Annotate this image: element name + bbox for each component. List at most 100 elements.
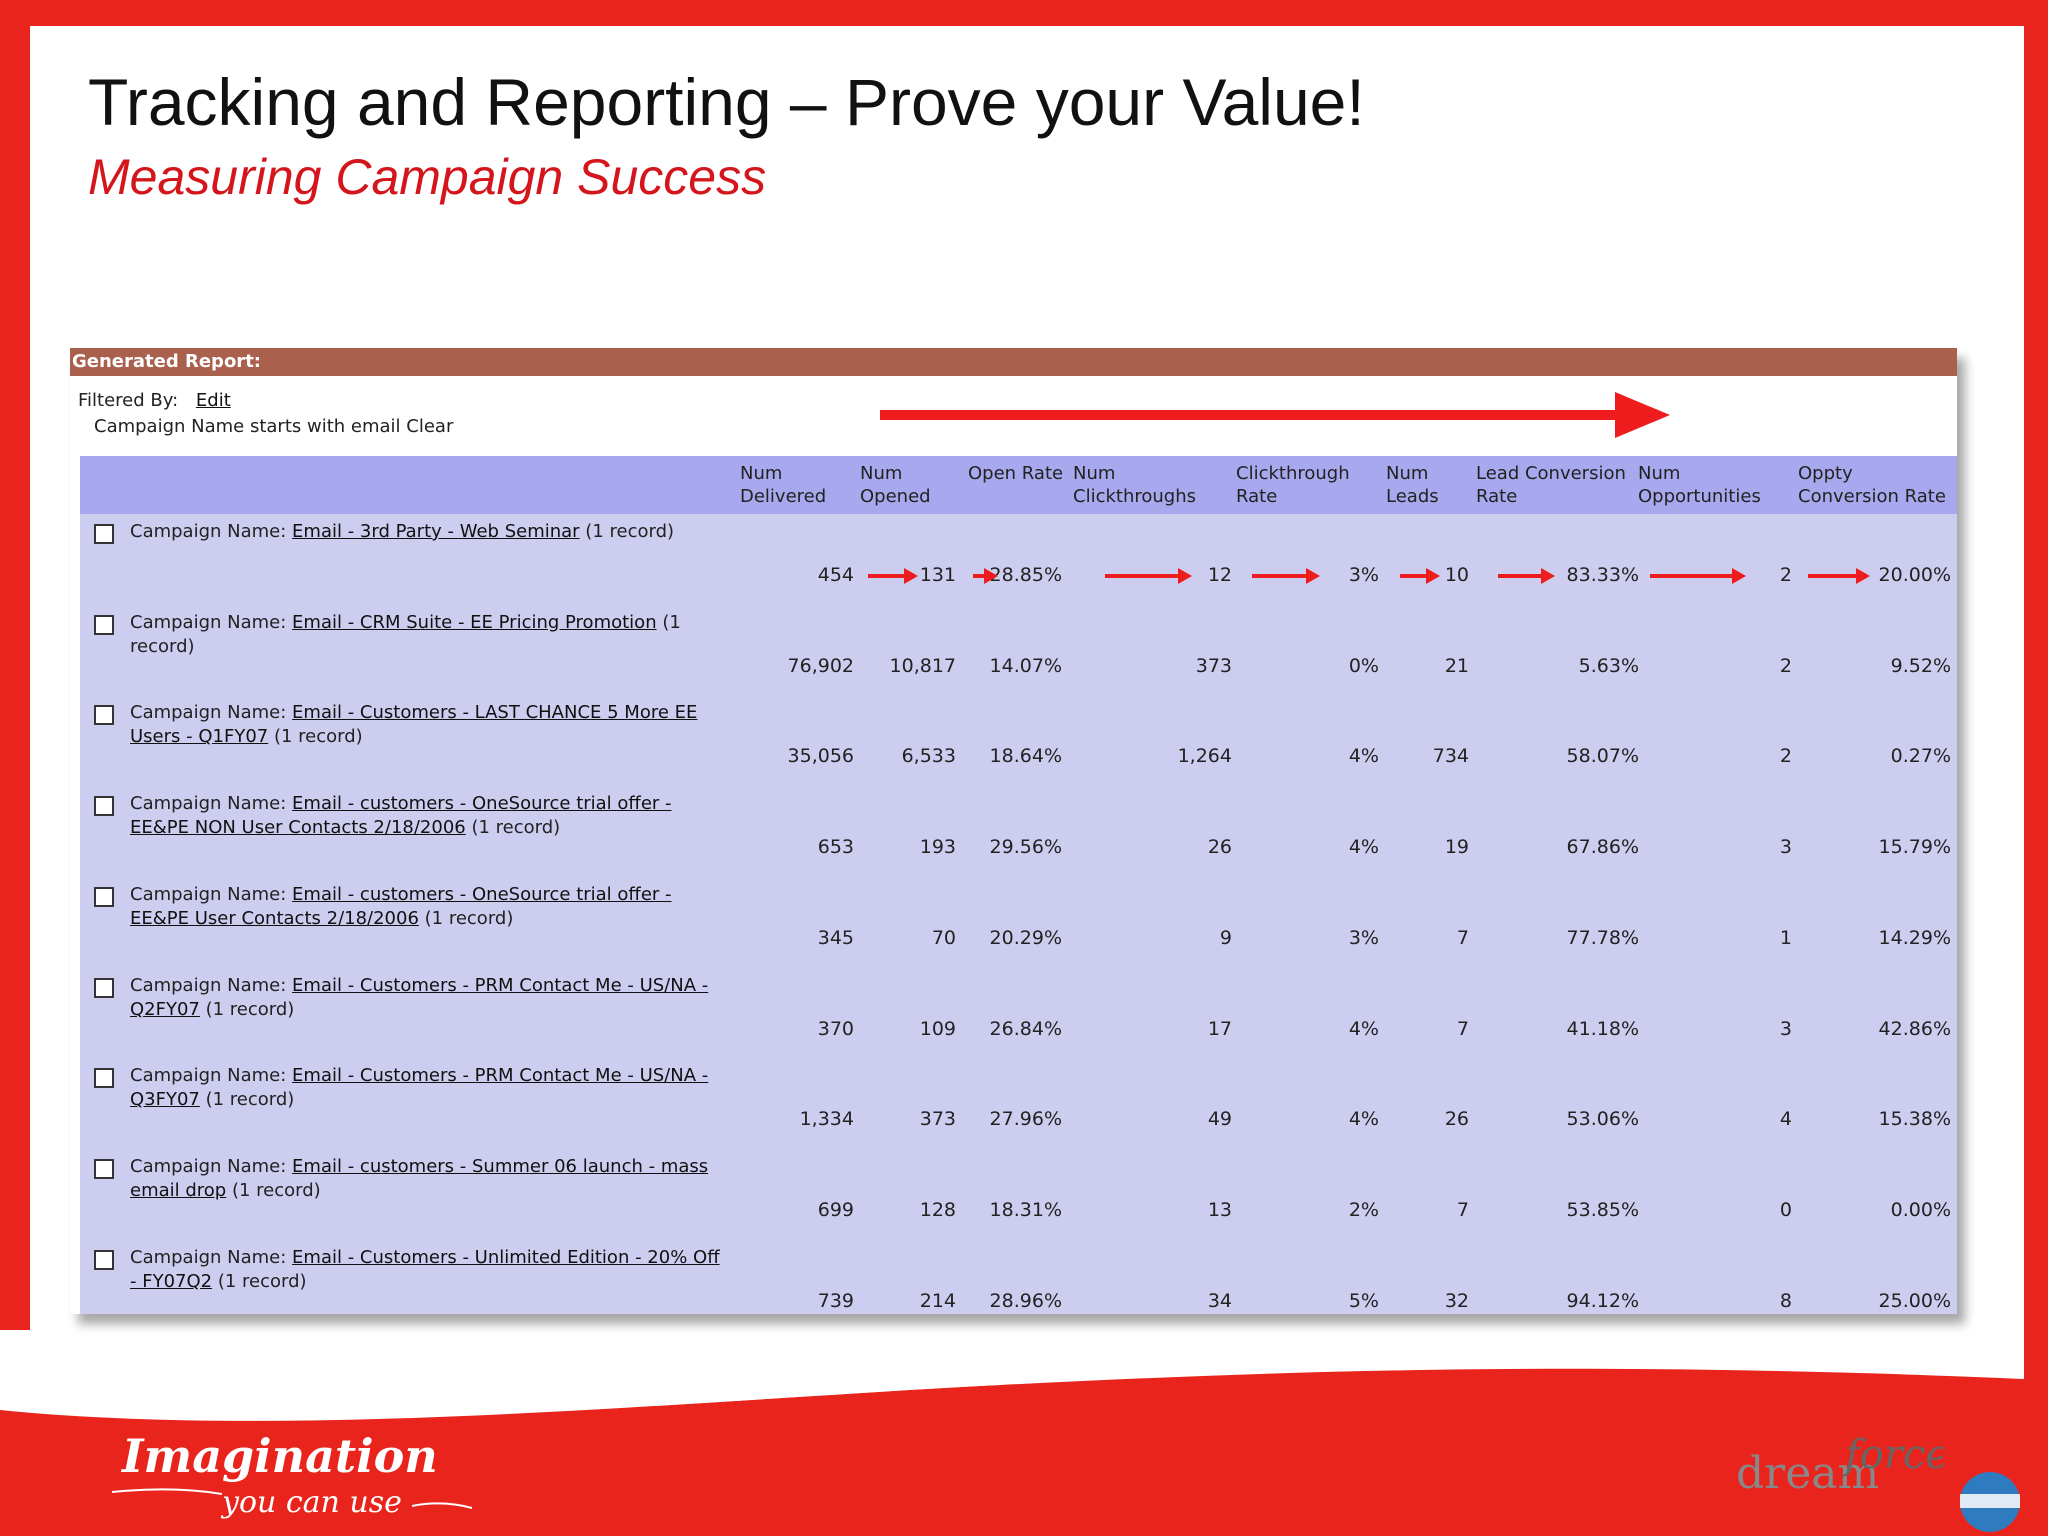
record-count: (1 record)	[268, 726, 363, 748]
filter-criteria: Campaign Name starts with email Clear	[94, 416, 454, 437]
campaign-label: Campaign Name: Email - customers - Summe…	[130, 1155, 730, 1203]
table-cell: 0.00%	[1890, 1198, 1951, 1221]
record-count: (1 record)	[199, 1089, 295, 1111]
table-cell: 214	[919, 1289, 956, 1312]
table-cell: 77.78%	[1566, 926, 1639, 949]
record-count: (1 record)	[199, 998, 295, 1020]
column-header-num-leads[interactable]: Num Leads	[1386, 462, 1456, 508]
column-header-oppty-conversion-rate[interactable]: Oppty Conversion Rate	[1798, 462, 1958, 508]
table-cell: 49	[1207, 1108, 1232, 1131]
flow-arrow-icon	[1105, 568, 1192, 584]
table-cell: 83.33%	[1566, 564, 1639, 586]
table-cell: 13	[1207, 1198, 1232, 1221]
table-cell: 3	[1779, 836, 1792, 859]
row-checkbox[interactable]	[94, 524, 114, 544]
flow-arrow-icon	[973, 568, 998, 584]
table-cell: 10	[1444, 564, 1469, 586]
table-cell: 109	[919, 1017, 956, 1040]
campaign-label: Campaign Name: Email - CRM Suite - EE Pr…	[130, 611, 730, 659]
column-header-num-opportunities[interactable]: Num Opportunities	[1638, 462, 1768, 508]
table-row: Campaign Name: Email - CRM Suite - EE Pr…	[80, 607, 1957, 698]
table-cell: 2	[1779, 654, 1792, 677]
column-header-num-clickthroughs[interactable]: Num Clickthroughs	[1073, 462, 1213, 508]
row-checkbox[interactable]	[94, 1068, 114, 1089]
table-cell: 42.86%	[1878, 1017, 1951, 1040]
table-cell: 7	[1456, 926, 1469, 949]
row-checkbox[interactable]	[94, 796, 114, 817]
record-count: (1 record)	[418, 907, 514, 929]
flow-arrow-icon	[1650, 568, 1746, 584]
table-cell: 0%	[1348, 654, 1379, 677]
report-table: Num Delivered Num Opened Open Rate Num C…	[80, 456, 1957, 1314]
edit-filter-link[interactable]: Edit	[196, 390, 231, 411]
table-cell: 41.18%	[1566, 1017, 1639, 1040]
campaign-label: Campaign Name: Email - customers - OneSo…	[130, 792, 730, 840]
campaign-name-prefix: Campaign Name:	[130, 1246, 293, 1268]
filter-line: Filtered By: Edit	[78, 390, 231, 411]
campaign-label: Campaign Name: Email - Customers - PRM C…	[130, 1064, 730, 1112]
row-checkbox[interactable]	[94, 977, 114, 998]
slide-subtitle: Measuring Campaign Success	[88, 149, 767, 205]
table-cell: 14.29%	[1878, 926, 1951, 949]
table-row: Campaign Name: Email - customers - Summe…	[80, 1151, 1957, 1242]
table-cell: 5%	[1348, 1289, 1379, 1312]
column-header-num-delivered[interactable]: Num Delivered	[740, 462, 830, 508]
table-cell: 373	[919, 1108, 956, 1131]
flow-arrow-icon	[1252, 568, 1320, 584]
table-cell: 18.64%	[989, 745, 1062, 768]
table-row: Campaign Name: Email - Customers - PRM C…	[80, 970, 1957, 1061]
table-cell: 8	[1779, 1289, 1792, 1312]
table-cell: 4%	[1348, 745, 1379, 768]
campaign-name-prefix: Campaign Name:	[130, 611, 293, 633]
table-cell: 20.00%	[1878, 564, 1951, 586]
table-cell: 4	[1779, 1108, 1792, 1131]
table-row: Campaign Name: Email - Customers - Unlim…	[80, 1242, 1957, 1333]
table-cell: 128	[919, 1198, 956, 1221]
table-cell: 739	[817, 1289, 854, 1312]
svg-text:07: 07	[1940, 1432, 1991, 1478]
table-cell: 17	[1207, 1017, 1232, 1040]
campaign-name-link[interactable]: Email - 3rd Party - Web Seminar	[292, 521, 580, 542]
row-checkbox[interactable]	[94, 886, 114, 907]
campaign-name-prefix: Campaign Name:	[130, 1155, 293, 1177]
table-cell: 53.85%	[1566, 1198, 1639, 1221]
flow-arrow-icon	[1808, 568, 1870, 584]
table-cell: 6,533	[901, 745, 956, 768]
table-cell: 370	[817, 1017, 854, 1040]
flow-arrow-icon	[868, 568, 918, 584]
table-row: Campaign Name: Email - Customers - LAST …	[80, 697, 1957, 788]
table-cell: 0	[1779, 1198, 1792, 1221]
row-checkbox[interactable]	[94, 1158, 114, 1179]
table-cell: 25.00%	[1878, 1289, 1951, 1312]
row-checkbox[interactable]	[94, 614, 114, 635]
table-cell: 14.07%	[989, 654, 1062, 677]
column-header-num-opened[interactable]: Num Opened	[860, 462, 950, 508]
table-cell: 12	[1207, 564, 1232, 586]
table-cell: 26	[1444, 1108, 1469, 1131]
table-cell: 5.63%	[1578, 654, 1639, 677]
campaign-label: Campaign Name: Email - Customers - PRM C…	[130, 974, 730, 1022]
table-cell: 34	[1207, 1289, 1232, 1312]
campaign-name-prefix: Campaign Name:	[130, 702, 293, 724]
table-cell: 4%	[1348, 1017, 1379, 1040]
table-cell: 0.27%	[1890, 745, 1951, 768]
column-header-clickthrough-rate[interactable]: Clickthrough Rate	[1236, 462, 1366, 508]
table-cell: 7	[1456, 1198, 1469, 1221]
flow-arrow-icon	[1498, 568, 1555, 584]
column-header-lead-conversion-rate[interactable]: Lead Conversion Rate	[1476, 462, 1646, 508]
table-cell: 734	[1432, 745, 1469, 768]
record-count: (1 record)	[579, 521, 675, 542]
report-header: Generated Report:	[70, 348, 1957, 376]
row-checkbox[interactable]	[94, 1249, 114, 1270]
campaign-name-prefix: Campaign Name:	[130, 883, 293, 905]
flow-arrow-icon	[1400, 568, 1440, 584]
table-cell: 28.85%	[989, 564, 1062, 586]
table-cell: 1,334	[799, 1108, 854, 1131]
column-header-open-rate[interactable]: Open Rate	[968, 462, 1078, 485]
row-checkbox[interactable]	[94, 705, 114, 726]
table-cell: 3	[1779, 1017, 1792, 1040]
table-cell: 35,056	[787, 745, 854, 768]
progress-arrow-icon	[880, 392, 1670, 438]
campaign-name-link[interactable]: Email - CRM Suite - EE Pricing Promotion	[292, 612, 657, 633]
table-cell: 26	[1207, 836, 1232, 859]
